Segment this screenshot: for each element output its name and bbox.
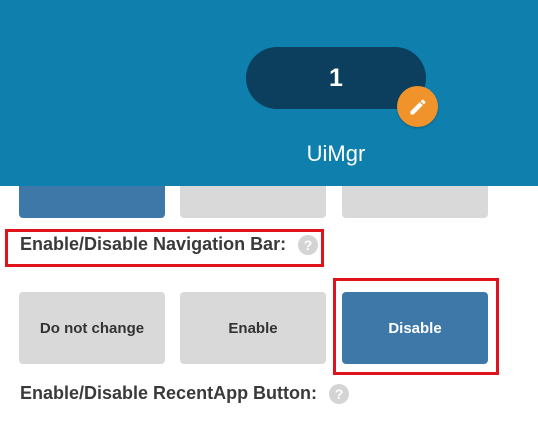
nav-bar-disable-button[interactable]: Disable — [342, 292, 488, 364]
navigation-bar-label: Enable/Disable Navigation Bar: ? — [20, 234, 319, 255]
recent-app-label-text: Enable/Disable RecentApp Button: — [20, 383, 318, 403]
app-header: 1 UiMgr — [0, 0, 538, 186]
edit-button[interactable] — [397, 86, 438, 127]
navigation-bar-label-text: Enable/Disable Navigation Bar: — [20, 234, 287, 254]
pencil-icon — [410, 98, 425, 114]
question-icon[interactable]: ? — [329, 383, 350, 404]
question-icon[interactable]: ? — [298, 234, 319, 255]
header-title: UiMgr — [306, 141, 366, 166]
nav-bar-enable-button[interactable]: Enable — [180, 292, 326, 364]
nav-bar-do-not-change-button[interactable]: Do not change — [19, 292, 165, 364]
recent-app-label: Enable/Disable RecentApp Button: ? — [20, 383, 350, 404]
